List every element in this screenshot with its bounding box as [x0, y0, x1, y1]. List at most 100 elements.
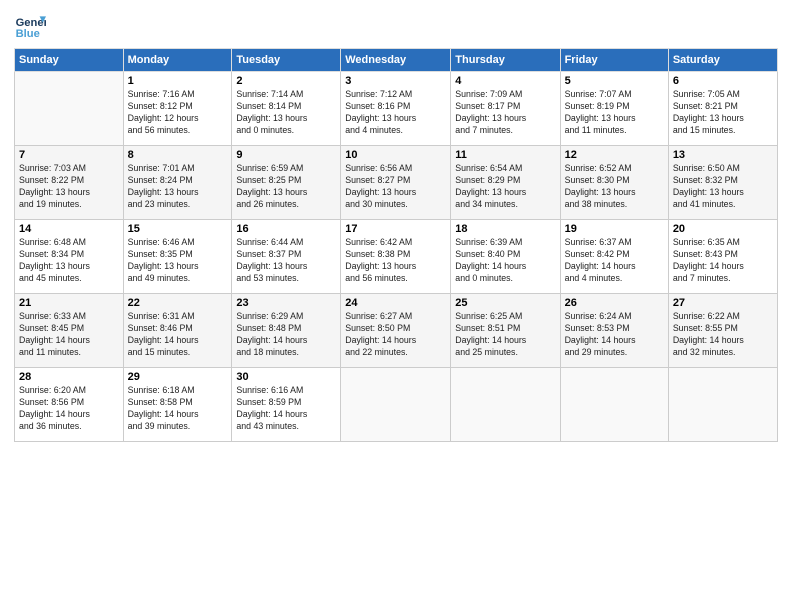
day-number: 11 — [455, 149, 555, 161]
calendar-cell: 22Sunrise: 6:31 AM Sunset: 8:46 PM Dayli… — [123, 294, 232, 368]
calendar-cell: 17 Sunrise: 6:42 AM Sunset: 8:38 PM Dayli… — [341, 220, 451, 294]
col-header-thursday: Thursday — [451, 49, 560, 72]
day-info: Sunrise: 6:46 AM Sunset: 8:35 PM Dayligh… — [128, 237, 228, 285]
day-info: Sunrise: 6:39 AM Sunset: 8:40 PM Dayligh… — [455, 237, 555, 285]
calendar-week-2: 7 Sunrise: 7:03 AM Sunset: 8:22 PM Daylig… — [15, 146, 778, 220]
calendar-cell: 30 Sunrise: 6:16 AM Sunset: 8:59 PM Dayli… — [232, 368, 341, 442]
day-info: Sunrise: 7:12 AM Sunset: 8:16 PM Dayligh… — [345, 89, 446, 137]
svg-text:Blue: Blue — [16, 28, 40, 40]
calendar-cell — [341, 368, 451, 442]
day-info: Sunrise: 6:25 AM Sunset: 8:51 PM Dayligh… — [455, 311, 555, 359]
day-info: Sunrise: 6:22 AM Sunset: 8:55 PM Dayligh… — [673, 311, 773, 359]
day-info: Sunrise: 7:07 AM Sunset: 8:19 PM Dayligh… — [565, 89, 664, 137]
col-header-wednesday: Wednesday — [341, 49, 451, 72]
day-info: Sunrise: 6:56 AM Sunset: 8:27 PM Dayligh… — [345, 163, 446, 211]
logo: General Blue — [14, 10, 46, 42]
calendar-week-3: 14Sunrise: 6:48 AM Sunset: 8:34 PM Dayli… — [15, 220, 778, 294]
day-info: Sunrise: 7:03 AM Sunset: 8:22 PM Dayligh… — [19, 163, 119, 211]
calendar-cell: 1 Sunrise: 7:16 AM Sunset: 8:12 PM Daylig… — [123, 72, 232, 146]
day-info: Sunrise: 6:18 AM Sunset: 8:58 PM Dayligh… — [128, 385, 228, 433]
calendar-week-5: 28Sunrise: 6:20 AM Sunset: 8:56 PM Dayli… — [15, 368, 778, 442]
day-number: 25 — [455, 297, 555, 309]
calendar-cell: 24 Sunrise: 6:27 AM Sunset: 8:50 PM Dayli… — [341, 294, 451, 368]
calendar-cell: 14Sunrise: 6:48 AM Sunset: 8:34 PM Dayli… — [15, 220, 124, 294]
calendar-cell: 27 Sunrise: 6:22 AM Sunset: 8:55 PM Dayli… — [668, 294, 777, 368]
calendar-cell: 3Sunrise: 7:12 AM Sunset: 8:16 PM Daylig… — [341, 72, 451, 146]
calendar-cell — [15, 72, 124, 146]
calendar-cell: 5 Sunrise: 7:07 AM Sunset: 8:19 PM Daylig… — [560, 72, 668, 146]
day-info: Sunrise: 7:09 AM Sunset: 8:17 PM Dayligh… — [455, 89, 555, 137]
calendar-cell: 19 Sunrise: 6:37 AM Sunset: 8:42 PM Dayli… — [560, 220, 668, 294]
day-number: 22 — [128, 297, 228, 309]
logo-icon: General Blue — [14, 10, 46, 42]
calendar-cell: 25 Sunrise: 6:25 AM Sunset: 8:51 PM Dayli… — [451, 294, 560, 368]
day-number: 20 — [673, 223, 773, 235]
calendar-cell: 18 Sunrise: 6:39 AM Sunset: 8:40 PM Dayli… — [451, 220, 560, 294]
day-number: 1 — [128, 75, 228, 87]
header: General Blue — [14, 10, 778, 42]
day-number: 2 — [236, 75, 336, 87]
day-number: 26 — [565, 297, 664, 309]
calendar-cell — [560, 368, 668, 442]
day-number: 10 — [345, 149, 446, 161]
calendar-week-4: 21 Sunrise: 6:33 AM Sunset: 8:45 PM Dayli… — [15, 294, 778, 368]
day-info: Sunrise: 7:05 AM Sunset: 8:21 PM Dayligh… — [673, 89, 773, 137]
main-container: General Blue SundayMondayTuesdayWednesda… — [0, 0, 792, 612]
day-info: Sunrise: 6:24 AM Sunset: 8:53 PM Dayligh… — [565, 311, 664, 359]
day-number: 7 — [19, 149, 119, 161]
calendar-cell: 4 Sunrise: 7:09 AM Sunset: 8:17 PM Daylig… — [451, 72, 560, 146]
calendar-cell: 13 Sunrise: 6:50 AM Sunset: 8:32 PM Dayli… — [668, 146, 777, 220]
day-number: 30 — [236, 371, 336, 383]
calendar-cell: 12Sunrise: 6:52 AM Sunset: 8:30 PM Dayli… — [560, 146, 668, 220]
day-number: 18 — [455, 223, 555, 235]
calendar-cell: 26 Sunrise: 6:24 AM Sunset: 8:53 PM Dayli… — [560, 294, 668, 368]
day-number: 17 — [345, 223, 446, 235]
day-number: 5 — [565, 75, 664, 87]
day-number: 16 — [236, 223, 336, 235]
day-info: Sunrise: 6:50 AM Sunset: 8:32 PM Dayligh… — [673, 163, 773, 211]
calendar-cell: 28Sunrise: 6:20 AM Sunset: 8:56 PM Dayli… — [15, 368, 124, 442]
day-info: Sunrise: 6:29 AM Sunset: 8:48 PM Dayligh… — [236, 311, 336, 359]
day-info: Sunrise: 6:44 AM Sunset: 8:37 PM Dayligh… — [236, 237, 336, 285]
col-header-monday: Monday — [123, 49, 232, 72]
calendar-cell: 9 Sunrise: 6:59 AM Sunset: 8:25 PM Daylig… — [232, 146, 341, 220]
day-info: Sunrise: 6:59 AM Sunset: 8:25 PM Dayligh… — [236, 163, 336, 211]
day-info: Sunrise: 6:33 AM Sunset: 8:45 PM Dayligh… — [19, 311, 119, 359]
day-info: Sunrise: 7:16 AM Sunset: 8:12 PM Dayligh… — [128, 89, 228, 137]
day-number: 13 — [673, 149, 773, 161]
calendar-cell: 20Sunrise: 6:35 AM Sunset: 8:43 PM Dayli… — [668, 220, 777, 294]
calendar-week-1: 1 Sunrise: 7:16 AM Sunset: 8:12 PM Daylig… — [15, 72, 778, 146]
day-number: 24 — [345, 297, 446, 309]
day-info: Sunrise: 6:37 AM Sunset: 8:42 PM Dayligh… — [565, 237, 664, 285]
calendar-cell: 29 Sunrise: 6:18 AM Sunset: 8:58 PM Dayli… — [123, 368, 232, 442]
col-header-tuesday: Tuesday — [232, 49, 341, 72]
day-info: Sunrise: 6:54 AM Sunset: 8:29 PM Dayligh… — [455, 163, 555, 211]
day-number: 27 — [673, 297, 773, 309]
day-info: Sunrise: 6:42 AM Sunset: 8:38 PM Dayligh… — [345, 237, 446, 285]
day-number: 12 — [565, 149, 664, 161]
day-info: Sunrise: 6:27 AM Sunset: 8:50 PM Dayligh… — [345, 311, 446, 359]
calendar-cell: 10 Sunrise: 6:56 AM Sunset: 8:27 PM Dayli… — [341, 146, 451, 220]
calendar-cell: 21 Sunrise: 6:33 AM Sunset: 8:45 PM Dayli… — [15, 294, 124, 368]
day-number: 14 — [19, 223, 119, 235]
calendar-cell: 8 Sunrise: 7:01 AM Sunset: 8:24 PM Daylig… — [123, 146, 232, 220]
day-info: Sunrise: 6:16 AM Sunset: 8:59 PM Dayligh… — [236, 385, 336, 433]
calendar-cell — [668, 368, 777, 442]
day-number: 15 — [128, 223, 228, 235]
day-number: 21 — [19, 297, 119, 309]
day-number: 23 — [236, 297, 336, 309]
day-number: 8 — [128, 149, 228, 161]
calendar-cell — [451, 368, 560, 442]
calendar-cell: 16 Sunrise: 6:44 AM Sunset: 8:37 PM Dayli… — [232, 220, 341, 294]
day-number: 6 — [673, 75, 773, 87]
day-info: Sunrise: 7:01 AM Sunset: 8:24 PM Dayligh… — [128, 163, 228, 211]
day-number: 29 — [128, 371, 228, 383]
col-header-saturday: Saturday — [668, 49, 777, 72]
day-number: 4 — [455, 75, 555, 87]
calendar-cell: 23 Sunrise: 6:29 AM Sunset: 8:48 PM Dayli… — [232, 294, 341, 368]
calendar-cell: 2 Sunrise: 7:14 AM Sunset: 8:14 PM Daylig… — [232, 72, 341, 146]
day-info: Sunrise: 7:14 AM Sunset: 8:14 PM Dayligh… — [236, 89, 336, 137]
day-number: 9 — [236, 149, 336, 161]
day-number: 19 — [565, 223, 664, 235]
col-header-friday: Friday — [560, 49, 668, 72]
